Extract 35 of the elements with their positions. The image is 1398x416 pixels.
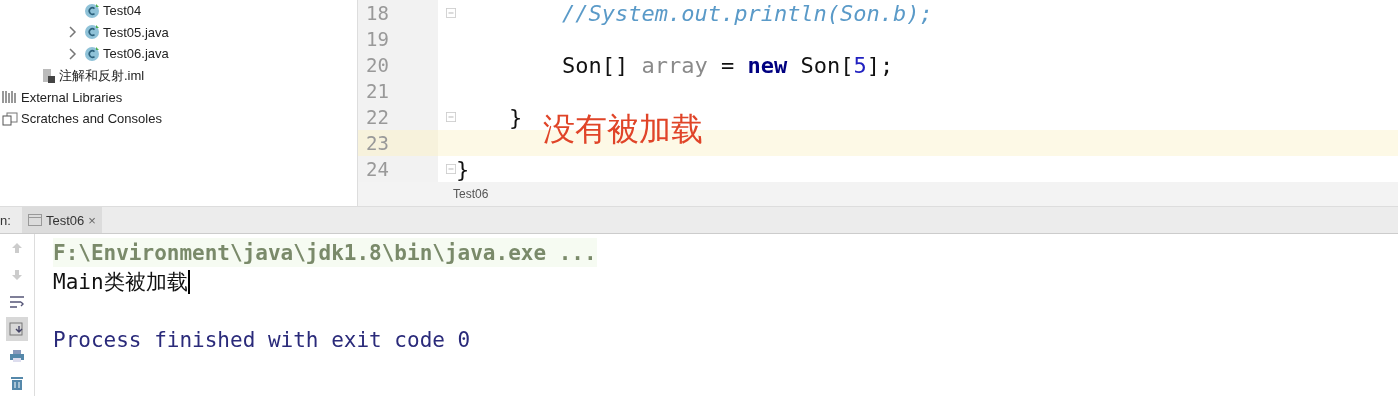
chevron-icon[interactable] [69,26,77,39]
scratch-icon [2,111,18,126]
tree-item[interactable]: Test05.java [103,24,169,40]
class-icon [84,24,100,41]
code-line: Son[] array = new Son[5]; [560,52,894,78]
line-number: 22 [365,106,390,128]
tree-item[interactable]: Scratches and Consoles [21,111,162,127]
line-number: 21 [365,80,390,102]
close-icon[interactable]: × [88,212,96,228]
console-line: F:\Environment\java\jdk1.8\bin\java.exe ... [53,240,597,265]
chevron-icon[interactable] [69,48,77,60]
annotation-text: 没有被加载 [543,109,703,150]
console-icon [28,214,42,226]
tree-item[interactable]: Test06.java [103,46,169,62]
code-line: } [507,104,523,130]
run-tab[interactable]: Test06 × [22,207,102,233]
line-number: 18 [365,2,390,24]
class-icon [84,46,100,62]
tree-item[interactable]: 注解和反射.iml [59,66,145,85]
code-line: } [456,156,470,182]
panel-label: n: [0,212,12,228]
tree-item[interactable]: Test04 [103,3,142,19]
console-line: Main类被加载 [53,268,188,296]
console-line: Process finished with exit code 0 [53,327,471,352]
line-number: 19 [365,28,390,50]
library-icon [2,90,18,105]
line-number: 20 [365,54,390,76]
file-icon [42,67,56,84]
breadcrumb[interactable]: Test06 [453,187,489,201]
line-number: 24 [365,158,390,180]
code-line: //System.out.println(Son.b); [560,0,933,26]
tree-item[interactable]: External Libraries [21,89,123,105]
line-number: 23 [365,132,390,154]
class-icon [84,2,100,19]
scroll-icon[interactable] [6,317,28,341]
